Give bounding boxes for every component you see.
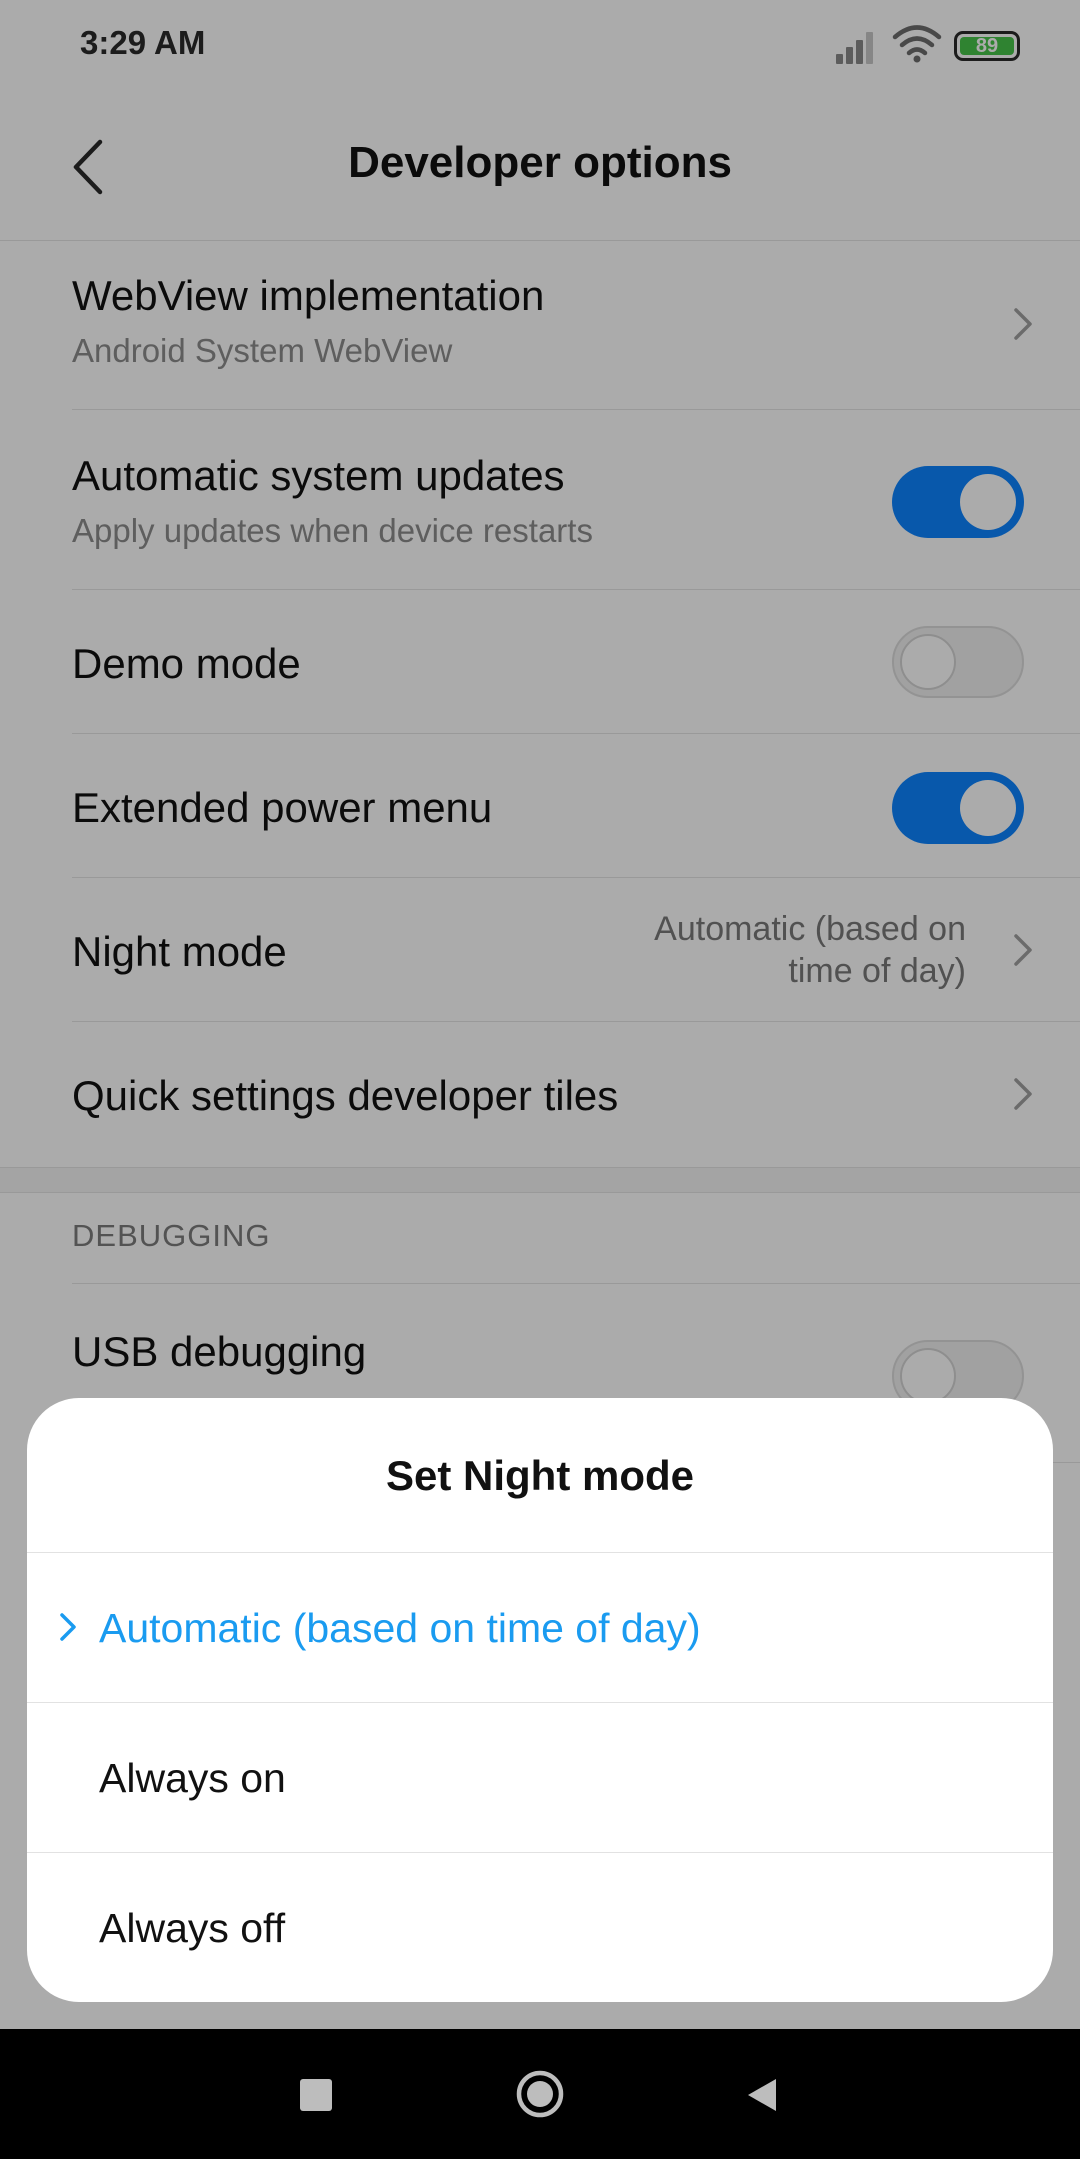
option-label: Always on	[99, 1755, 286, 1801]
option-always-on[interactable]: Always on	[27, 1702, 1053, 1852]
navigation-bar	[0, 2029, 1080, 2159]
developer-options-screen: 3:29 AM 89 Developer options WebView imp…	[0, 0, 1080, 2159]
option-label: Automatic (based on time of day)	[99, 1605, 701, 1651]
option-always-off[interactable]: Always off	[27, 1852, 1053, 2002]
option-label: Always off	[99, 1905, 286, 1951]
recents-icon[interactable]	[300, 2079, 332, 2111]
back-nav-icon[interactable]	[744, 2075, 780, 2115]
check-chevron-icon	[60, 1613, 76, 1641]
dialog-title: Set Night mode	[385, 1452, 694, 1499]
home-icon[interactable]	[515, 2069, 565, 2119]
set-night-mode-dialog: Set Night mode Automatic (based on time …	[27, 1398, 1053, 2002]
option-automatic[interactable]: Automatic (based on time of day)	[27, 1552, 1053, 1702]
